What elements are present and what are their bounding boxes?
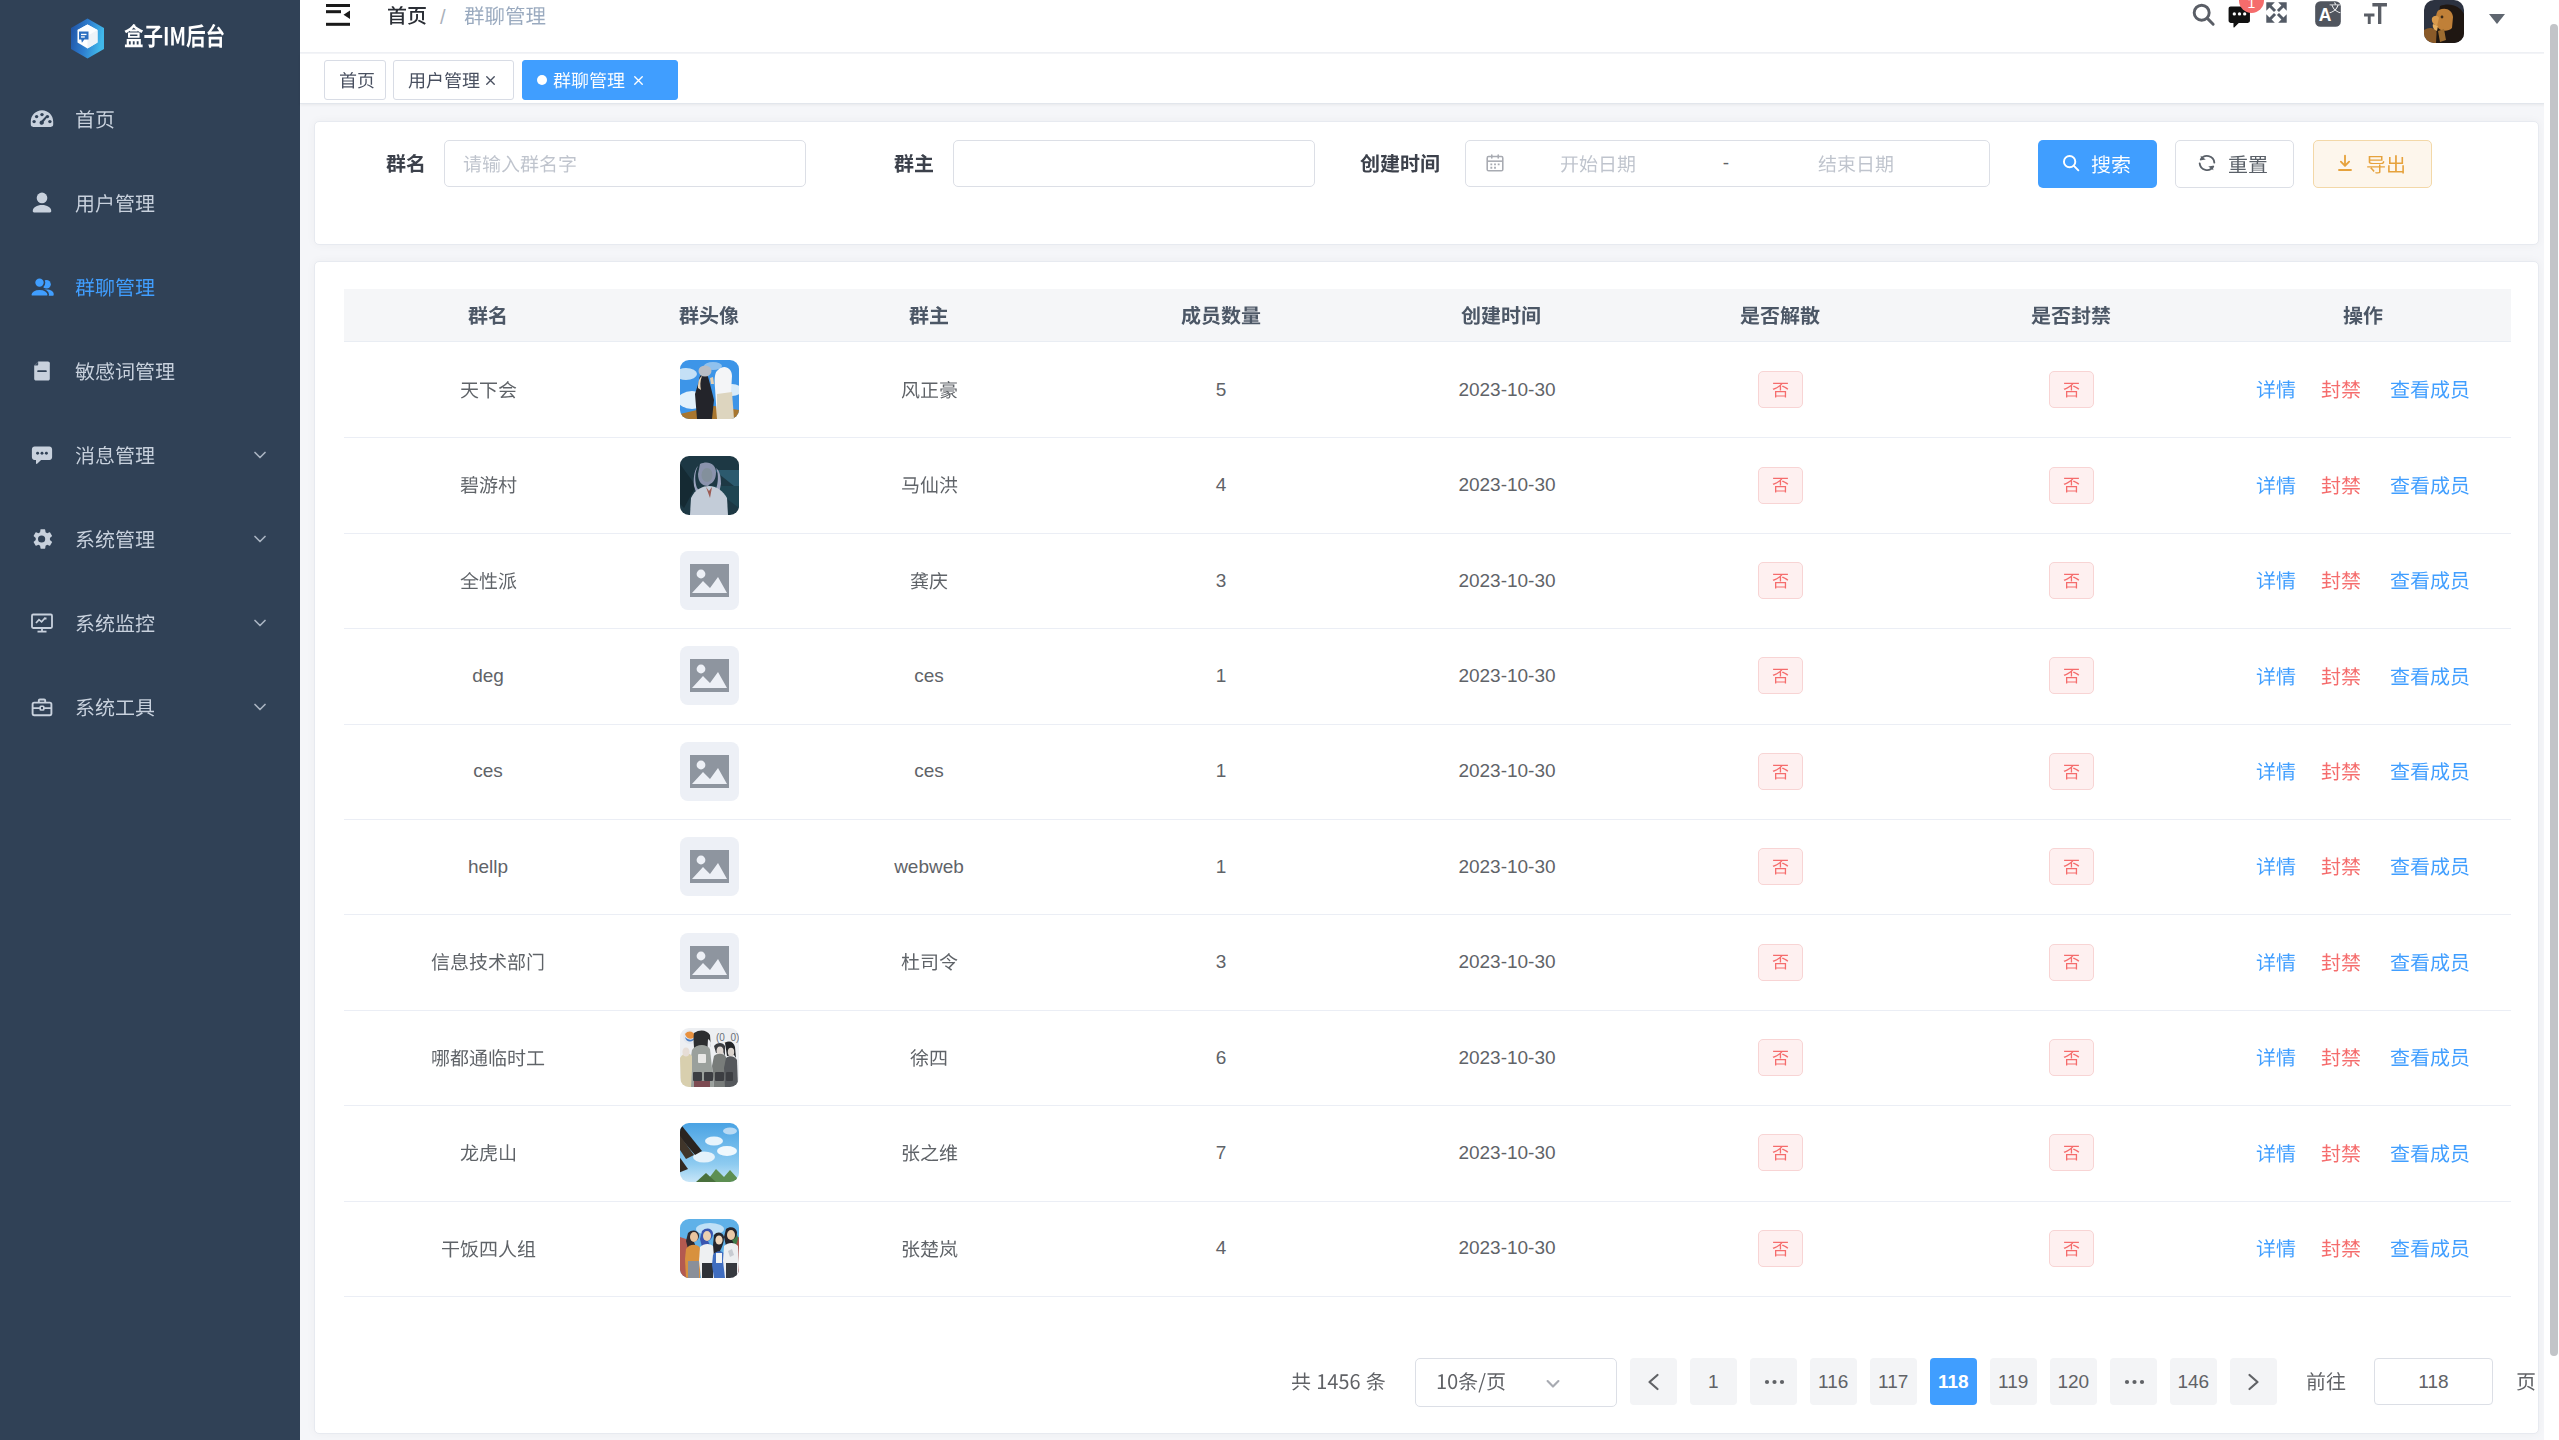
- svg-text:(0_0): (0_0): [716, 1032, 739, 1043]
